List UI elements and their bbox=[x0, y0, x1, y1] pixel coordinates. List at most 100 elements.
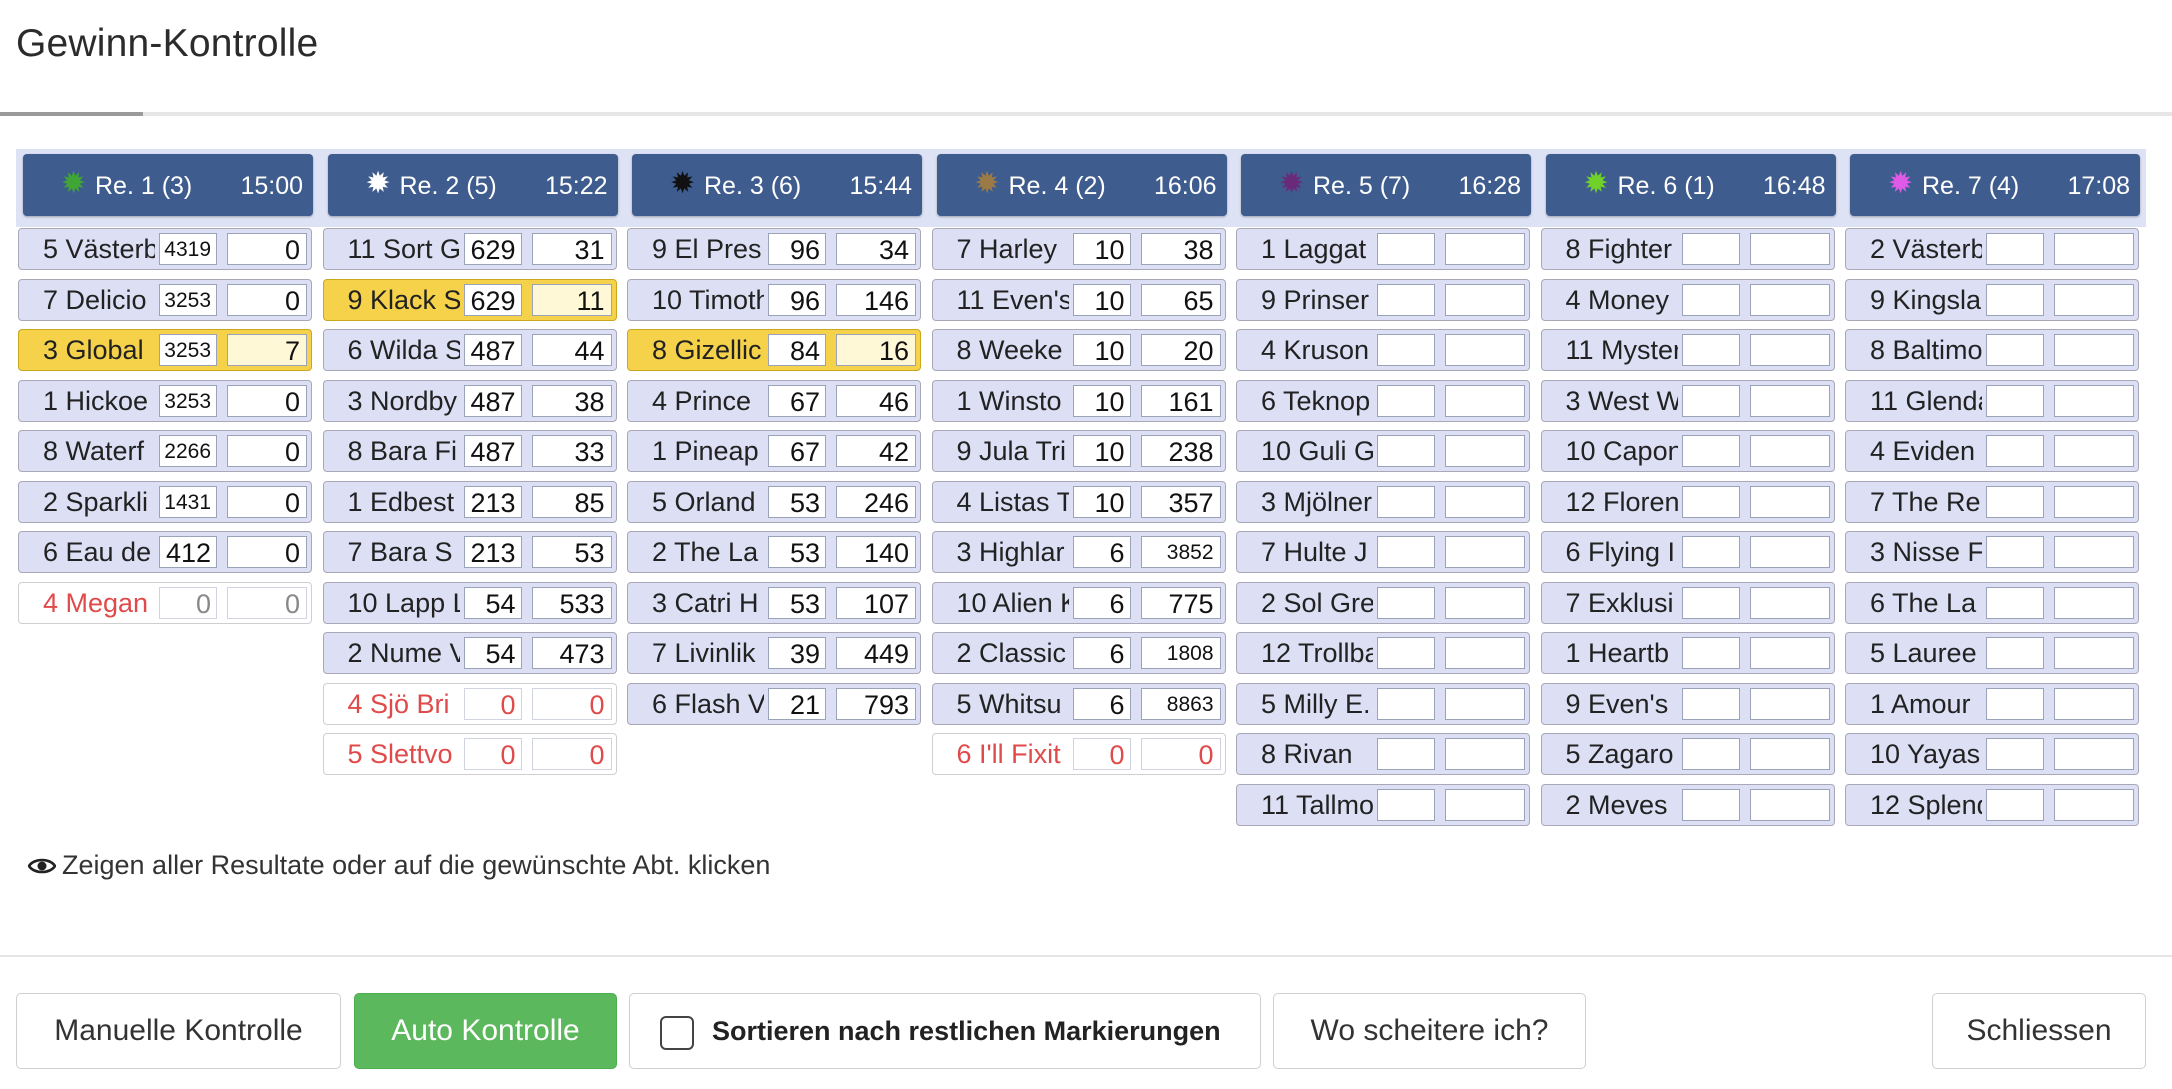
horse-row[interactable]: 8 Rivan bbox=[1236, 733, 1530, 775]
horse-row[interactable]: 10 Guli Gr bbox=[1236, 430, 1530, 472]
auto-check-button[interactable]: Auto Kontrolle bbox=[354, 993, 617, 1069]
horse-row[interactable]: 10 Timoth 96 146 bbox=[627, 278, 921, 321]
horse-row[interactable]: 8 Gizellic 84 16 bbox=[627, 329, 921, 371]
horse-row[interactable]: 5 Lauree bbox=[1845, 632, 2139, 674]
horse-row[interactable]: 3 Nordby 487 38 bbox=[322, 379, 617, 422]
hint-line[interactable]: Zeigen aller Resultate oder auf die gewü… bbox=[28, 850, 770, 881]
horse-row[interactable]: 2 Nume V 54 473 bbox=[322, 632, 617, 674]
horse-row[interactable]: 3 Catri H 53 107 bbox=[627, 581, 921, 624]
horse-row[interactable]: 6 Wilda S 487 44 bbox=[322, 329, 617, 371]
horse-row[interactable]: 3 Nisse F bbox=[1845, 531, 2139, 573]
horse-row[interactable]: 9 Prinser bbox=[1236, 278, 1530, 321]
horse-row[interactable]: 8 Baltimo bbox=[1845, 329, 2139, 371]
horse-name: 1 Heartb bbox=[1565, 638, 1670, 668]
horse-count-box bbox=[1681, 384, 1740, 417]
horse-row[interactable]: 12 Florenc bbox=[1540, 480, 1835, 523]
horse-row[interactable]: 8 Waterf 2266 0 bbox=[18, 430, 312, 472]
race-header-5[interactable]: ✹ Re. 5 (7) 16:28 bbox=[1241, 154, 1531, 216]
horse-odds-box: 449 bbox=[836, 637, 916, 669]
horse-row[interactable]: 4 Sjö Bri 0 0 bbox=[322, 682, 617, 725]
horse-row[interactable]: 9 Even's bbox=[1540, 682, 1835, 725]
race-header-1[interactable]: ✹ Re. 1 (3) 15:00 bbox=[23, 154, 313, 216]
horse-row[interactable]: 10 Capone bbox=[1540, 430, 1835, 472]
horse-row[interactable]: 11 Glenda bbox=[1845, 379, 2139, 422]
horse-row[interactable]: 2 The La 53 140 bbox=[627, 531, 921, 573]
horse-row[interactable]: 1 Laggat bbox=[1236, 228, 1530, 270]
horse-row[interactable]: 4 Listas T 10 357 bbox=[931, 480, 1226, 523]
horse-row[interactable]: 7 Livinlik 39 449 bbox=[627, 632, 921, 674]
horse-count-box bbox=[1681, 687, 1740, 720]
horse-row[interactable]: 11 Tallmor bbox=[1236, 783, 1530, 826]
horse-row[interactable]: 7 Exklusi bbox=[1540, 581, 1835, 624]
horse-odds-box bbox=[2054, 788, 2134, 821]
horse-row[interactable]: 1 Winsto 10 161 bbox=[931, 379, 1226, 422]
horse-row[interactable]: 4 Kruson bbox=[1236, 329, 1530, 371]
horse-row[interactable]: 6 Flying I bbox=[1540, 531, 1835, 573]
horse-row[interactable]: 5 Västerb 4319 0 bbox=[18, 228, 312, 270]
horse-row[interactable]: 6 Eau de 412 0 bbox=[18, 531, 312, 573]
horse-row[interactable]: 1 Edbest 213 85 bbox=[322, 480, 617, 523]
horse-row[interactable]: 12 Splend bbox=[1845, 783, 2139, 826]
horse-row[interactable]: 5 Zagaro bbox=[1540, 733, 1835, 775]
horse-row[interactable]: 10 Lapp L 54 533 bbox=[322, 581, 617, 624]
horse-name: 11 Myster bbox=[1565, 335, 1678, 365]
horse-row[interactable]: 5 Milly E. bbox=[1236, 682, 1530, 725]
horse-row[interactable]: 9 El Pres 96 34 bbox=[627, 228, 921, 270]
horse-row[interactable]: 10 Alien K 6 775 bbox=[931, 581, 1226, 624]
horse-row[interactable]: 7 Harley 10 38 bbox=[931, 228, 1226, 270]
horse-row[interactable]: 5 Orland 53 246 bbox=[627, 480, 921, 523]
race-header-7[interactable]: ✹ Re. 7 (4) 17:08 bbox=[1850, 154, 2140, 216]
race-header-6[interactable]: ✹ Re. 6 (1) 16:48 bbox=[1545, 154, 1836, 216]
horse-row[interactable]: 6 I'll Fixit 0 0 bbox=[931, 733, 1226, 775]
horse-row[interactable]: 6 The La bbox=[1845, 581, 2139, 624]
horse-row[interactable]: 6 Flash V 21 793 bbox=[627, 682, 921, 725]
sort-checkbox[interactable] bbox=[660, 1016, 694, 1050]
horse-row[interactable]: 7 The Re bbox=[1845, 480, 2139, 523]
horse-row[interactable]: 5 Slettvo 0 0 bbox=[322, 733, 617, 775]
close-button[interactable]: Schliessen bbox=[1932, 993, 2146, 1069]
horse-row[interactable]: 8 Bara Fi 487 33 bbox=[322, 430, 617, 472]
horse-row[interactable]: 4 Money bbox=[1540, 278, 1835, 321]
horse-row[interactable]: 2 Classic 6 1808 bbox=[931, 632, 1226, 674]
horse-row[interactable]: 9 Kingsla bbox=[1845, 278, 2139, 321]
horse-row[interactable]: 2 Sol Gre bbox=[1236, 581, 1530, 624]
horse-row[interactable]: 8 Weeke 10 20 bbox=[931, 329, 1226, 371]
horse-row[interactable]: 7 Delicio 3253 0 bbox=[18, 278, 312, 321]
race-header-3[interactable]: ✹ Re. 3 (6) 15:44 bbox=[632, 154, 922, 216]
horse-row[interactable]: 2 Sparkli 1431 0 bbox=[18, 480, 312, 523]
horse-row[interactable]: 3 Highlar 6 3852 bbox=[931, 531, 1226, 573]
horse-row[interactable]: 8 Fighter bbox=[1540, 228, 1835, 270]
race-header-4[interactable]: ✹ Re. 4 (2) 16:06 bbox=[936, 154, 1227, 216]
horse-row[interactable]: 3 Mjölner bbox=[1236, 480, 1530, 523]
horse-row[interactable]: 4 Eviden bbox=[1845, 430, 2139, 472]
horse-row[interactable]: 11 Even's 10 65 bbox=[931, 278, 1226, 321]
horse-row[interactable]: 1 Hickoe 3253 0 bbox=[18, 379, 312, 422]
horse-row[interactable]: 6 Teknop bbox=[1236, 379, 1530, 422]
horse-count-box: 54 bbox=[463, 586, 522, 619]
horse-row[interactable]: 1 Amour bbox=[1845, 682, 2139, 725]
horse-row[interactable]: 1 Heartb bbox=[1540, 632, 1835, 674]
horse-row[interactable]: 9 Jula Tri 10 238 bbox=[931, 430, 1226, 472]
horse-row[interactable]: 3 West W bbox=[1540, 379, 1835, 422]
horse-row[interactable]: 4 Prince 67 46 bbox=[627, 379, 921, 422]
horse-row[interactable]: 10 Yayas I bbox=[1845, 733, 2139, 775]
where-fail-button[interactable]: Wo scheitere ich? bbox=[1273, 993, 1586, 1069]
horse-row[interactable]: 9 Klack S 629 11 bbox=[322, 278, 617, 321]
horse-name: 4 Megan bbox=[43, 587, 149, 618]
manual-check-button[interactable]: Manuelle Kontrolle bbox=[16, 993, 341, 1069]
sort-remaining-toggle[interactable]: Sortieren nach restlichen Markierungen bbox=[629, 993, 1261, 1069]
race-header-2[interactable]: ✹ Re. 2 (5) 15:22 bbox=[327, 154, 618, 216]
horse-odds-box: 775 bbox=[1140, 586, 1221, 619]
horse-row[interactable]: 1 Pineap 67 42 bbox=[627, 430, 921, 472]
horse-row[interactable]: 3 Global 3253 7 bbox=[18, 329, 312, 371]
horse-row[interactable]: 2 Meves bbox=[1540, 783, 1835, 826]
horse-row[interactable]: 7 Bara S 213 53 bbox=[322, 531, 617, 573]
horse-row[interactable]: 7 Hulte J bbox=[1236, 531, 1530, 573]
horse-odds-box bbox=[1445, 738, 1525, 770]
horse-row[interactable]: 11 Sort Gu629 31 bbox=[322, 228, 617, 270]
horse-row[interactable]: 4 Megan 0 0 bbox=[18, 581, 312, 624]
horse-row[interactable]: 2 Västerb bbox=[1845, 228, 2139, 270]
horse-row[interactable]: 11 Myster bbox=[1540, 329, 1835, 371]
horse-row[interactable]: 12 Trollbac bbox=[1236, 632, 1530, 674]
horse-row[interactable]: 5 Whitsu 6 8863 bbox=[931, 682, 1226, 725]
